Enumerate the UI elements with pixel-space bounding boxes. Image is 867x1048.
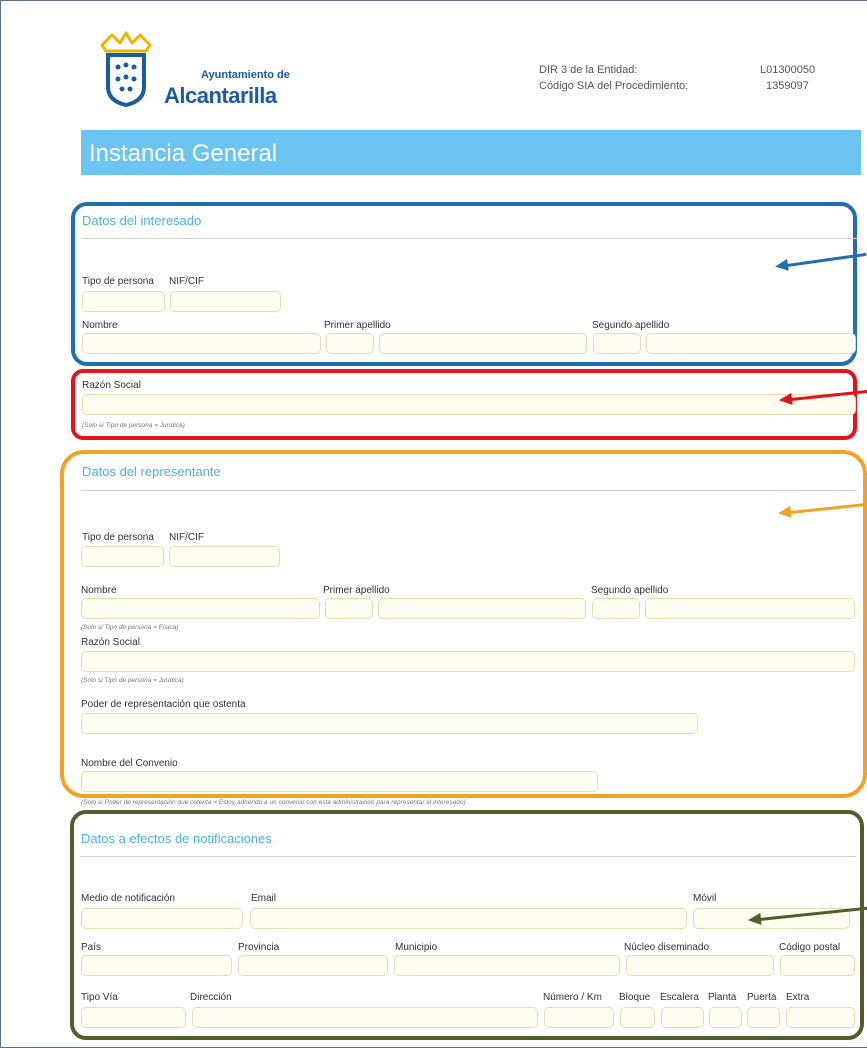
notif-numero-label: Número / Km xyxy=(543,992,602,1003)
notif-tipovia-label: Tipo Vía xyxy=(81,992,118,1003)
representante-apellido1-field[interactable] xyxy=(378,598,586,619)
notif-bloque-label: Bloque xyxy=(619,992,651,1003)
representante-tipo-persona-input[interactable] xyxy=(81,546,164,567)
notif-bloque-field[interactable] xyxy=(620,1007,655,1028)
crown-shield-icon xyxy=(100,31,152,108)
sia-label: Código SIA del Procedimiento: xyxy=(539,80,689,92)
representante-box xyxy=(60,450,867,798)
representante-title: Datos del representante xyxy=(82,464,221,479)
notificaciones-title: Datos a efectos de notificaciones xyxy=(81,831,272,846)
interesado-nif-field[interactable] xyxy=(170,291,281,312)
representante-convenio-field[interactable] xyxy=(81,771,598,792)
notif-cp-field[interactable] xyxy=(780,955,855,976)
notif-tipovia-field[interactable] xyxy=(81,1007,186,1028)
interesado-apellido1-field[interactable] xyxy=(379,333,587,354)
representante-nif-field[interactable] xyxy=(169,546,280,567)
notif-pais-field[interactable] xyxy=(81,955,232,976)
form-title-bar: Instancia General xyxy=(81,130,861,175)
interesado-tipo-label: Tipo de persona xyxy=(82,276,154,287)
interesado-apellido1-particle[interactable] xyxy=(326,333,374,354)
interesado-title: Datos del interesado xyxy=(82,213,202,228)
notif-nucleo-label: Núcleo diseminado xyxy=(624,942,710,953)
notif-pais-label: País xyxy=(81,942,102,953)
org-line2: Alcantarilla xyxy=(164,83,277,108)
notif-movil-label: Móvil xyxy=(693,893,717,904)
razon-interesado-field[interactable] xyxy=(82,394,856,415)
interesado-divider xyxy=(81,238,857,239)
interesado-apellido2-particle[interactable] xyxy=(593,333,641,354)
notif-medio-field[interactable] xyxy=(81,908,243,929)
notif-puerta-field[interactable] xyxy=(747,1007,780,1028)
representante-apellido2-field[interactable] xyxy=(645,598,855,619)
representante-nif-label: NIF/CIF xyxy=(169,532,204,543)
razon-interesado-note: (Solo si Tipo de persona = Jurídica) xyxy=(82,422,185,429)
dir3-label: DIR 3 de la Entidad: xyxy=(539,64,638,76)
interesado-apellido2-label: Segundo apellido xyxy=(592,320,670,331)
notif-direccion-field[interactable] xyxy=(192,1007,538,1028)
notif-email-label: Email xyxy=(251,893,277,904)
representante-razon-field[interactable] xyxy=(81,651,855,672)
notif-cp-label: Código postal xyxy=(779,942,841,953)
org-line1: Ayuntamiento de xyxy=(201,69,290,81)
notif-planta-label: Planta xyxy=(708,992,737,1003)
municipality-logo: Ayuntamiento de Alcantarilla xyxy=(96,29,316,119)
interesado-tipo-field[interactable] xyxy=(82,291,165,312)
notif-extra-field[interactable] xyxy=(786,1007,855,1028)
notif-puerta-label: Puerta xyxy=(747,992,777,1003)
notif-provincia-label: Provincia xyxy=(238,942,280,953)
notif-medio-label: Medio de notificación xyxy=(81,893,175,904)
representante-poder-field[interactable] xyxy=(81,713,698,734)
representante-note-convenio: (Solo si Poder de representación que ost… xyxy=(81,799,466,806)
notif-numero-field[interactable] xyxy=(544,1007,614,1028)
notif-municipio-field[interactable] xyxy=(394,955,620,976)
notif-escalera-label: Escalera xyxy=(660,992,699,1003)
notif-provincia-field[interactable] xyxy=(238,955,388,976)
interesado-apellido2-field[interactable] xyxy=(646,333,856,354)
interesado-nif-label: NIF/CIF xyxy=(169,276,204,287)
representante-nombre-field[interactable] xyxy=(81,598,320,619)
notif-extra-label: Extra xyxy=(786,992,810,1003)
razon-interesado-label: Razón Social xyxy=(82,380,141,391)
representante-apellido2-particle[interactable] xyxy=(592,598,640,619)
interesado-nombre-label: Nombre xyxy=(82,320,118,331)
interesado-nombre-field[interactable] xyxy=(82,333,321,354)
notif-municipio-label: Municipio xyxy=(395,942,438,953)
notif-planta-field[interactable] xyxy=(709,1007,742,1028)
notificaciones-divider xyxy=(80,856,856,857)
representante-tipo-persona-label: Tipo de persona xyxy=(82,532,154,543)
notif-direccion-label: Dirección xyxy=(190,992,232,1003)
representante-divider xyxy=(81,490,857,491)
interesado-apellido1-label: Primer apellido xyxy=(324,320,391,331)
notif-nucleo-field[interactable] xyxy=(626,955,774,976)
notif-email-field[interactable] xyxy=(250,908,687,929)
sia-value: 1359097 xyxy=(766,80,809,92)
dir3-value: L01300050 xyxy=(760,64,816,76)
form-title: Instancia General xyxy=(89,140,278,167)
representante-apellido1-particle[interactable] xyxy=(325,598,373,619)
notif-escalera-field[interactable] xyxy=(661,1007,704,1028)
